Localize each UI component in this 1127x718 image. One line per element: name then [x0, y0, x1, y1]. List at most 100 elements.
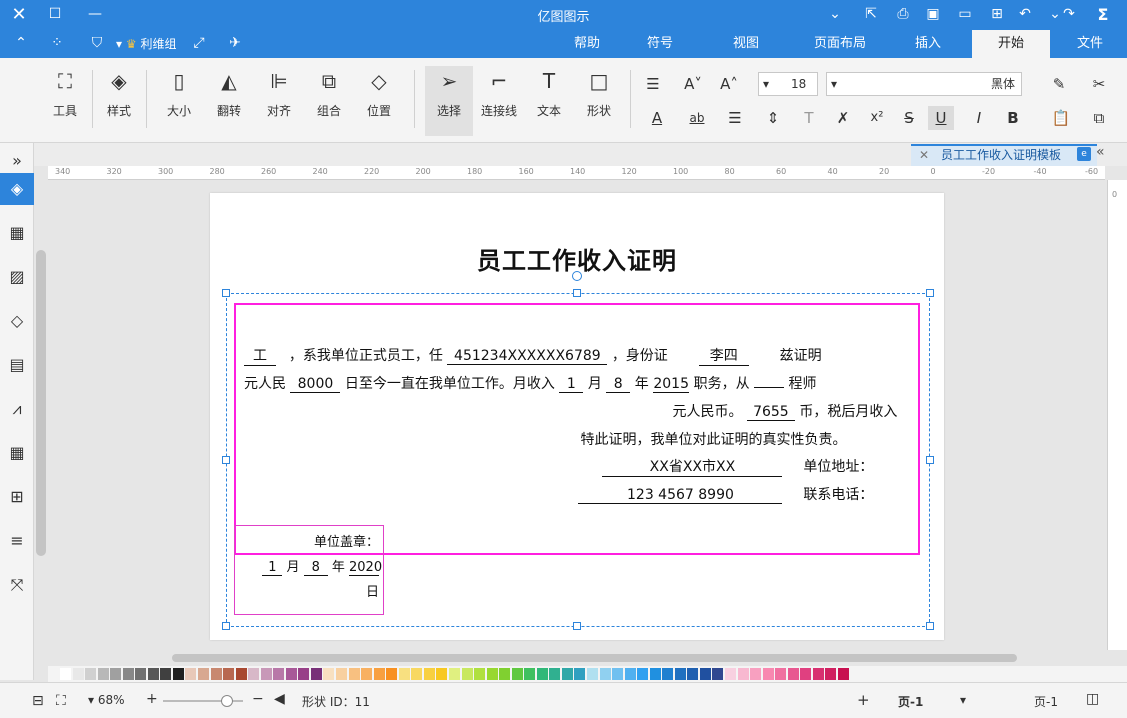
- align-button[interactable]: ⊫ 对齐: [256, 66, 302, 136]
- fit-icon[interactable]: ⤧: [0, 569, 34, 601]
- italic-icon[interactable]: I: [966, 106, 992, 130]
- color-swatch[interactable]: [147, 668, 159, 680]
- format-icon[interactable]: ≡: [0, 525, 34, 557]
- format-painter-icon[interactable]: ✎: [1046, 72, 1072, 96]
- select-button[interactable]: ➢ 选择: [425, 66, 473, 136]
- color-swatch[interactable]: [637, 668, 649, 680]
- send-icon[interactable]: ✈: [224, 32, 246, 54]
- color-swatch[interactable]: [800, 668, 812, 680]
- tab-insert[interactable]: 插入: [904, 30, 952, 58]
- page[interactable]: 员工工作收入证明 工 ，系我单位正式员工，任 451234XXXXXX6789 …: [210, 193, 944, 640]
- decrease-font-icon[interactable]: A˅: [680, 72, 706, 96]
- style-button[interactable]: ◈ 样式: [96, 66, 142, 136]
- color-swatch[interactable]: [699, 668, 711, 680]
- tab-symbols[interactable]: 符号: [636, 30, 684, 58]
- color-swatch[interactable]: [511, 668, 523, 680]
- chart-icon[interactable]: ⩘: [0, 393, 34, 425]
- color-swatch[interactable]: [712, 668, 724, 680]
- resize-handle[interactable]: [222, 289, 230, 297]
- apps-icon[interactable]: ⁘: [46, 32, 68, 54]
- color-swatch[interactable]: [649, 668, 661, 680]
- add-page-icon[interactable]: +: [857, 691, 870, 709]
- clear-format-icon[interactable]: ✗: [830, 106, 856, 130]
- color-swatch[interactable]: [160, 668, 172, 680]
- bold-icon[interactable]: B: [1000, 106, 1026, 130]
- underline-icon[interactable]: U: [928, 106, 954, 130]
- color-swatch[interactable]: [348, 668, 360, 680]
- text-style-icon[interactable]: T: [796, 106, 822, 130]
- panel-toggle-icon[interactable]: ◫: [1086, 691, 1099, 707]
- collapse-ribbon-icon[interactable]: ⌃: [10, 32, 32, 54]
- fullscreen-icon[interactable]: ⛶: [56, 693, 66, 709]
- color-swatch[interactable]: [260, 668, 272, 680]
- group-button[interactable]: ⧉ 组合: [306, 66, 352, 136]
- page-selector[interactable]: 页-1: [1034, 693, 1058, 710]
- color-swatch[interactable]: [536, 668, 548, 680]
- color-swatch[interactable]: [599, 668, 611, 680]
- color-swatch[interactable]: [436, 668, 448, 680]
- shapes-icon[interactable]: ⊞: [0, 481, 34, 513]
- maximize-icon[interactable]: ☐: [44, 3, 66, 25]
- color-swatch[interactable]: [373, 668, 385, 680]
- color-swatch[interactable]: [724, 668, 736, 680]
- color-swatch[interactable]: [674, 668, 686, 680]
- fit-page-icon[interactable]: ⊟: [32, 693, 44, 709]
- color-swatch[interactable]: [624, 668, 636, 680]
- tab-view[interactable]: 视图: [722, 30, 770, 58]
- color-swatch[interactable]: [825, 668, 837, 680]
- vertical-scrollbar[interactable]: [36, 250, 46, 556]
- color-swatch[interactable]: [461, 668, 473, 680]
- color-swatch[interactable]: [248, 668, 260, 680]
- grid-icon[interactable]: ▦: [0, 217, 34, 249]
- resize-handle[interactable]: [926, 622, 934, 630]
- color-swatch[interactable]: [499, 668, 511, 680]
- color-swatch[interactable]: [812, 668, 824, 680]
- color-swatch[interactable]: [474, 668, 486, 680]
- open-folder-icon[interactable]: ▭: [954, 3, 976, 25]
- close-tab-icon[interactable]: ✕: [919, 146, 929, 165]
- certificate-text-box[interactable]: 工 ，系我单位正式员工，任 451234XXXXXX6789 ，身份证 李四 兹…: [234, 303, 920, 555]
- bullets-icon[interactable]: ☰: [640, 72, 666, 96]
- color-swatch[interactable]: [110, 668, 122, 680]
- print-icon[interactable]: ⎙: [892, 3, 914, 25]
- color-swatch[interactable]: [486, 668, 498, 680]
- color-swatch[interactable]: [762, 668, 774, 680]
- tools-button[interactable]: ⛶ 工具: [42, 66, 88, 136]
- color-swatch[interactable]: [336, 668, 348, 680]
- color-swatch[interactable]: [398, 668, 410, 680]
- color-swatch[interactable]: [787, 668, 799, 680]
- resize-handle[interactable]: [926, 456, 934, 464]
- size-button[interactable]: ▯ 大小: [156, 66, 202, 136]
- color-swatch[interactable]: [323, 668, 335, 680]
- zoom-out-icon[interactable]: −: [252, 691, 264, 707]
- color-swatch[interactable]: [210, 668, 222, 680]
- cut-icon[interactable]: ✂: [1086, 72, 1112, 96]
- connector-button[interactable]: ⌐ 连接线: [476, 66, 522, 136]
- resize-handle[interactable]: [926, 289, 934, 297]
- color-swatch[interactable]: [775, 668, 787, 680]
- play-icon[interactable]: ◀: [274, 691, 285, 707]
- tab-page-layout[interactable]: 页面布局: [800, 30, 880, 58]
- color-swatch[interactable]: [386, 668, 398, 680]
- resize-handle[interactable]: [573, 289, 581, 297]
- drawing-canvas[interactable]: 员工工作收入证明 工 ，系我单位正式员工，任 451234XXXXXX6789 …: [48, 181, 1106, 651]
- color-swatch[interactable]: [273, 668, 285, 680]
- color-swatch[interactable]: [185, 668, 197, 680]
- tab-file[interactable]: 文件: [1062, 30, 1118, 58]
- layers-icon[interactable]: ◇: [0, 305, 34, 337]
- share-icon[interactable]: ⤢: [188, 32, 210, 54]
- font-color-icon[interactable]: A: [644, 106, 670, 130]
- line-spacing-icon[interactable]: ⇕: [760, 106, 786, 130]
- resize-handle[interactable]: [222, 622, 230, 630]
- minimize-icon[interactable]: —: [84, 3, 106, 25]
- color-swatch[interactable]: [122, 668, 134, 680]
- resize-handle[interactable]: [222, 456, 230, 464]
- undo-icon[interactable]: ↶: [1014, 3, 1036, 25]
- horizontal-scrollbar[interactable]: [172, 654, 1017, 662]
- color-swatch[interactable]: [298, 668, 310, 680]
- tab-home[interactable]: 开始: [972, 30, 1050, 58]
- color-swatch[interactable]: [198, 668, 210, 680]
- color-swatch[interactable]: [662, 668, 674, 680]
- copy-icon[interactable]: ⧉: [1086, 106, 1112, 130]
- zoom-slider[interactable]: [163, 695, 243, 707]
